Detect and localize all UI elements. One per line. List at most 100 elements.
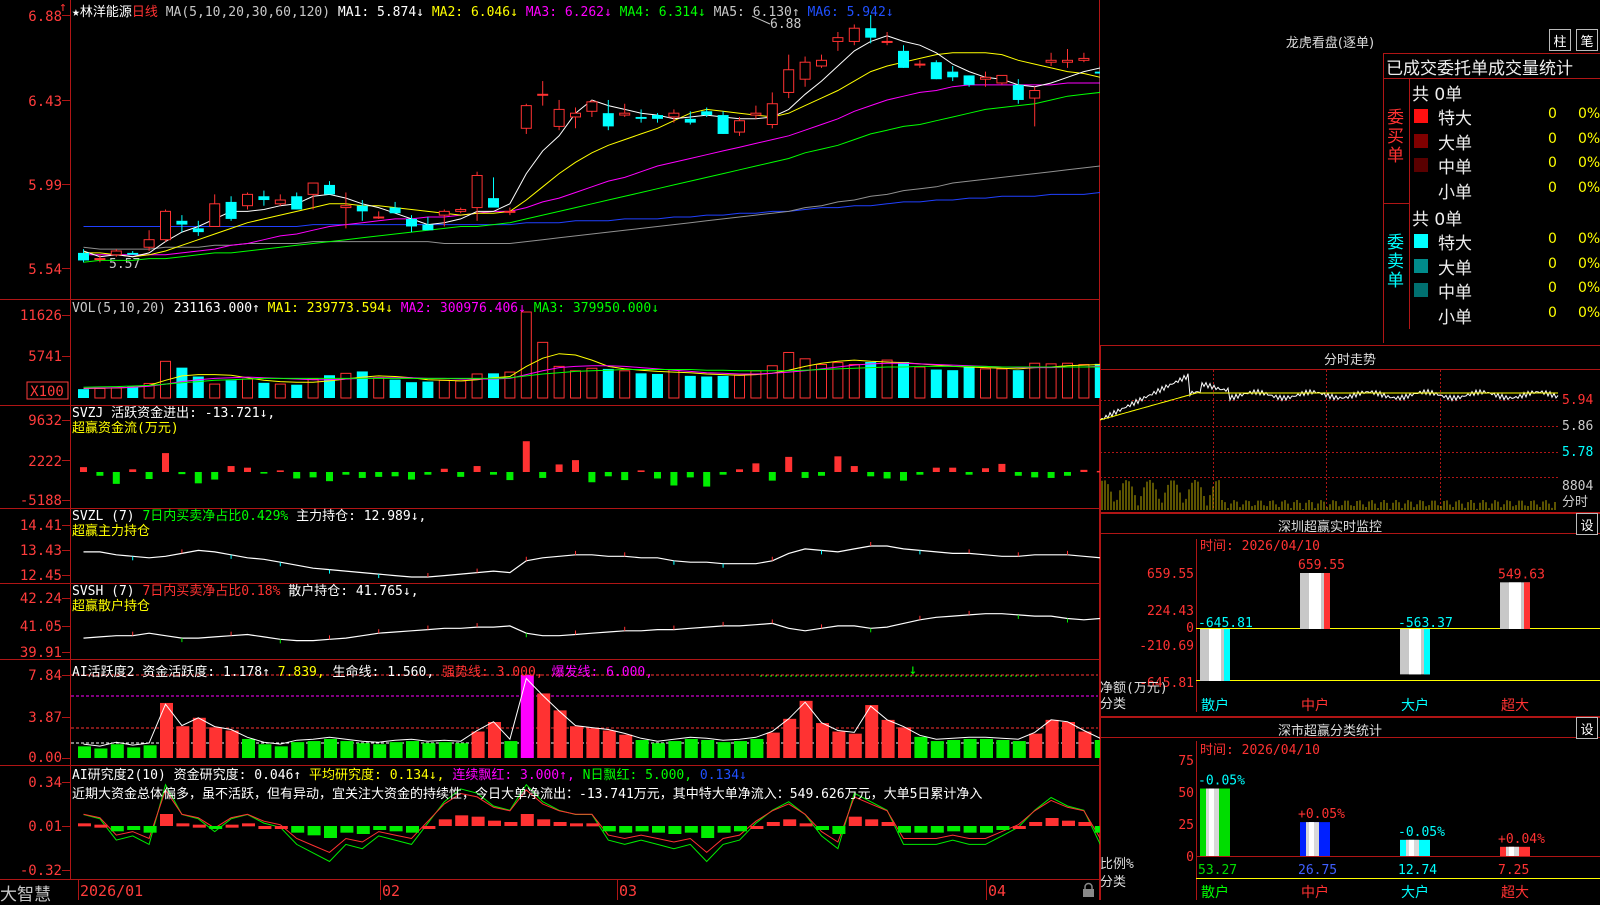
vol-bar: [570, 370, 581, 399]
fund-flow-bar: [145, 471, 153, 480]
research-bar: [422, 826, 436, 829]
ss-bar-shine: [1509, 846, 1514, 856]
vol-bar: [734, 374, 745, 399]
fund-flow-bar: [506, 471, 514, 481]
candle-body: [520, 105, 532, 129]
main-header: ★林洋能源日线 MA(5,10,20,30,60,120) MA1: 5.874…: [72, 1, 894, 20]
activity-bar: [258, 744, 272, 758]
candle-body: [898, 50, 909, 68]
price-tick: 6.88: [28, 9, 62, 25]
vol-bar: [471, 373, 483, 399]
svzj-header: SVZJ 活跃资金进出: -13.721↓, 超赢资金流(万元): [72, 406, 275, 436]
fund-flow-bar: [375, 471, 383, 477]
fund-flow-bar: [834, 456, 842, 472]
candle-body: [192, 228, 204, 233]
ss-ylabel: 比例%: [1100, 857, 1134, 872]
sz-value-label: 549.63: [1498, 567, 1545, 582]
sz-category-label: 超大: [1501, 698, 1529, 714]
fund-flow-bar: [654, 471, 661, 479]
ss-change-label: -0.05%: [1198, 774, 1245, 789]
main-hold-line: [83, 545, 1100, 578]
ss-settings-button[interactable]: 设: [1576, 717, 1598, 739]
research-bar: [471, 816, 485, 826]
sz-category-label: 散户: [1201, 697, 1229, 714]
ai2-header: AI研究度2(10) 资金研究度: 0.046↑ 平均研究度: 0.134↓, …: [72, 766, 1098, 804]
research-bar: [684, 826, 698, 833]
research-bar: [192, 824, 206, 828]
vol-unit: X100: [30, 384, 64, 400]
activity-bar: [389, 742, 403, 758]
kline-chart-area[interactable]: 6.88 6.43 5.99 5.54 11626 5741 9632 2222…: [0, 0, 1100, 905]
research-bar: [865, 819, 879, 826]
sz-bar-edge: [1224, 629, 1230, 681]
research-bar: [176, 823, 190, 827]
ai2-streak: 连续飘红: 3.000↑,: [444, 768, 575, 783]
vol-bar: [553, 365, 565, 399]
low-price-label: 5.57: [109, 257, 140, 272]
ss-stats-chart: 时间: 2026/04/10 75 50 25 0 -0.05% 53.27 散户 +…: [1100, 743, 1600, 900]
fund-flow-bar: [1080, 469, 1088, 472]
candle-body: [94, 258, 106, 261]
period-label[interactable]: 日线: [132, 5, 158, 20]
lock-icon[interactable]: [1083, 882, 1094, 898]
research-bar: [406, 826, 419, 833]
svzl-ratio: 7日内买卖净占比0.429%: [142, 509, 289, 524]
kline-svg[interactable]: 6.88 6.43 5.99 5.54 11626 5741 9632 2222…: [0, 0, 1100, 900]
favorite-star-icon[interactable]: ★: [72, 5, 80, 20]
sz-settings-button[interactable]: 设: [1576, 513, 1598, 535]
ma1-value: MA1: 5.874↓: [337, 5, 424, 20]
activity-bar: [143, 745, 157, 758]
candle-body: [225, 201, 237, 219]
down-arrow-icon: ↓: [909, 662, 917, 678]
vol-bar: [799, 358, 811, 399]
sz-bar-highlight: [1509, 582, 1521, 629]
vol-bar: [914, 366, 926, 399]
activity-bar: [1012, 741, 1026, 758]
fund-flow-bar: [883, 471, 891, 479]
research-bar: [291, 826, 305, 833]
fund-flow-bar: [539, 471, 547, 478]
vol-bar: [848, 363, 860, 399]
vol-label: VOL(5,10,20): [72, 301, 166, 316]
svzl-tick: 12.45: [20, 568, 62, 584]
activity-bar: [324, 738, 337, 758]
fenshi-price-line: [1100, 373, 1559, 421]
vol-bar: [422, 381, 434, 398]
fund-flow-bar: [850, 466, 858, 472]
svzj-sublabel: 超赢资金流(万元): [72, 421, 179, 436]
ss-change-label: +0.05%: [1298, 807, 1345, 822]
vol-bar: [373, 377, 385, 399]
right-charts-svg[interactable]: 5.94 5.86 5.78 8804 分时 时间: 2026/04/10 65…: [1100, 0, 1600, 900]
activity-bar: [520, 675, 534, 758]
vol-bar: [996, 368, 1008, 399]
candle-body: [1029, 90, 1041, 99]
activity-bar: [1045, 719, 1059, 758]
candle-body: [980, 76, 991, 80]
fund-flow-bar: [1014, 471, 1022, 476]
research-bar: [356, 826, 370, 834]
research-bar: [963, 826, 977, 833]
fund-flow-bar: [490, 471, 497, 475]
fund-flow-bar: [621, 471, 629, 481]
research-bar: [110, 826, 124, 832]
candle-body: [553, 108, 565, 127]
activity-bar: [602, 730, 616, 758]
ai1-v2: 7.839,: [269, 665, 325, 680]
candle-body: [143, 239, 155, 248]
vol-bar: [1062, 362, 1073, 399]
date-label: 02: [382, 882, 400, 900]
activity-bar: [176, 726, 190, 758]
ma3-value: MA3: 6.262↓: [525, 5, 612, 20]
ai2-tick: 0.34: [28, 775, 62, 791]
vol-bar: [258, 382, 270, 398]
svzl-hold: 主力持仓: 12.989↓,: [288, 509, 427, 524]
ai1-life: 生命线: 1.560,: [324, 665, 435, 680]
ai2-nday: N日飘红: 5.000,: [574, 768, 693, 783]
fund-flow-bar: [900, 471, 907, 481]
fund-flow-bar: [965, 471, 973, 475]
ai1-header: AI活跃度2 资金活跃度: 1.178↑ 7.839, 生命线: 1.560, …: [72, 661, 653, 680]
research-bar: [537, 819, 551, 826]
ss-change-label: +0.04%: [1498, 832, 1545, 847]
research-bar: [307, 826, 321, 836]
research-bar: [520, 814, 534, 826]
